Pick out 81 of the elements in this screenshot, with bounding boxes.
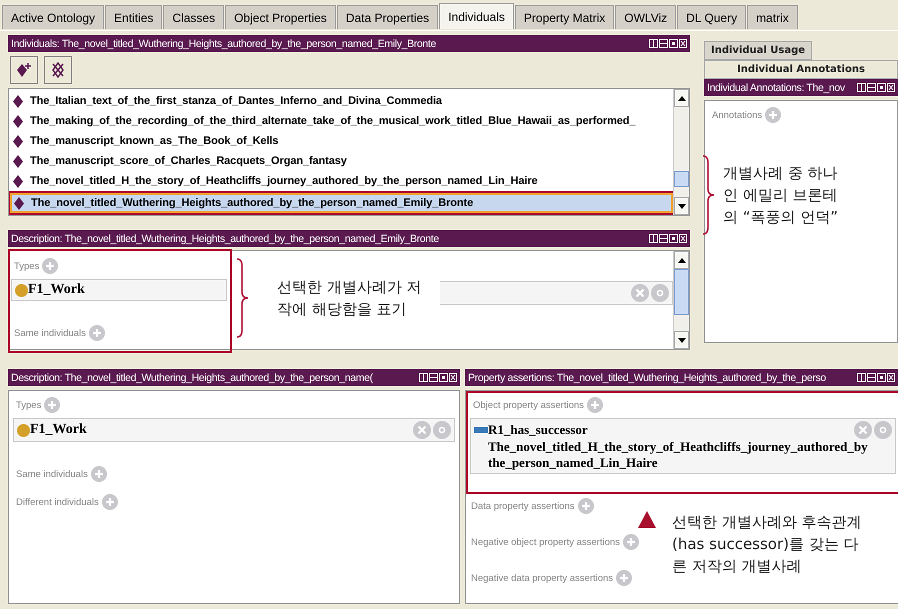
class-dot-icon [17, 424, 30, 436]
tab[interactable]: Individuals [439, 3, 514, 29]
triangle-marker [638, 511, 656, 528]
edit-icon[interactable] [874, 421, 892, 439]
add-icon[interactable] [578, 498, 594, 514]
edit-icon[interactable] [651, 284, 669, 302]
tab[interactable]: Classes [163, 5, 224, 29]
add-icon[interactable] [44, 397, 60, 413]
up-arrow-icon[interactable] [678, 258, 686, 262]
tab[interactable]: Property Matrix [514, 5, 614, 29]
type-row[interactable]: F1_Work [11, 279, 227, 301]
view-controls-icon[interactable] [649, 234, 687, 244]
type-row[interactable]: F1_Work [13, 418, 455, 442]
add-icon[interactable] [622, 534, 639, 550]
scroll-thumb[interactable] [674, 269, 689, 315]
section-label: Types [14, 260, 40, 272]
add-icon[interactable] [586, 397, 603, 413]
panel-title-bar: Description: The_novel_titled_Wuthering_Heights_authored_by_the_person_name( [8, 369, 460, 386]
class-dot-icon [15, 284, 28, 296]
add-icon[interactable] [90, 466, 107, 482]
callout-text: 선택한 개별사례가 저 작에 해당함을 표기 [277, 277, 422, 320]
callout-text: 개별사례 중 하나 인 에밀리 브론테 의 “폭풍의 언덕” [723, 163, 838, 228]
down-arrow-icon[interactable] [678, 338, 686, 342]
diamond-icon [14, 196, 24, 210]
tab[interactable]: Object Properties [225, 5, 336, 29]
add-icon[interactable] [616, 570, 632, 586]
individual-item[interactable]: The_Italian_text_of_the_first_stanza_of_Dantes_Inferno_and_Divina_Commedia [9, 91, 673, 111]
add-icon[interactable] [765, 107, 782, 123]
tab[interactable]: Active Ontology [2, 5, 104, 29]
section-label: Same individuals [16, 468, 88, 480]
diamond-plus-icon [16, 62, 32, 78]
tab[interactable]: Individual Annotations [704, 60, 898, 79]
panel-title-bar: Description: The_novel_titled_Wuthering_Heights_authored_by_the_person_named_Emily_Bronte [8, 230, 690, 247]
add-icon[interactable] [42, 258, 58, 274]
add-individual-button[interactable] [10, 56, 38, 84]
section-label: Negative object property assertions [471, 536, 620, 548]
tab[interactable]: Individual Usage [704, 41, 812, 60]
section-label: Different individuals [16, 496, 99, 508]
view-controls-icon[interactable] [857, 82, 895, 92]
panel-title-bar: Individuals: The_novel_titled_Wuthering_Heights_authored_by_the_person_named_Emily_Bronte [8, 35, 690, 52]
diamond-icon [13, 174, 23, 188]
view-controls-icon[interactable] [419, 372, 457, 382]
property-bar-icon [474, 427, 488, 433]
add-icon[interactable] [88, 325, 105, 341]
tab[interactable]: Data Properties [336, 5, 438, 29]
scrollbar[interactable] [673, 89, 689, 215]
individual-item[interactable]: The_manuscript_score_of_Charles_Racquets_Organ_fantasy [9, 151, 673, 171]
tab[interactable]: Entities [105, 5, 162, 29]
individual-item[interactable]: The_manuscript_known_as_The_Book_of_Kells [9, 131, 673, 151]
diamond-icon [13, 94, 23, 108]
diamond-icon [13, 154, 23, 168]
diamond-icon [13, 134, 23, 148]
individual-item[interactable]: The_novel_titled_Wuthering_Heights_authored_by_the_person_named_Emily_Bronte [10, 193, 673, 213]
delete-icon[interactable] [413, 421, 431, 439]
panel-title-bar: Individual Annotations: The_nov [704, 79, 898, 96]
add-icon[interactable] [102, 494, 118, 510]
scroll-thumb[interactable] [674, 171, 689, 187]
section-label: Annotations [712, 110, 762, 120]
up-arrow-icon[interactable] [678, 96, 686, 100]
view-controls-icon[interactable] [649, 38, 687, 48]
section-label: Types [16, 400, 42, 410]
tab[interactable]: matrix [747, 5, 798, 29]
edit-icon[interactable] [433, 421, 451, 439]
section-label: Negative data property assertions [471, 572, 614, 584]
view-controls-icon[interactable] [857, 372, 895, 382]
delete-icon[interactable] [854, 421, 872, 439]
delete-individual-button[interactable] [44, 56, 72, 84]
tab[interactable]: OWLViz [615, 5, 676, 29]
section-label: Object property assertions [473, 400, 584, 410]
individual-item[interactable]: The_making_of_the_recording_of_the_third_alternate_take_of_the_musical_work_titled_Blue_Hawaii_as_performed_ [9, 111, 673, 131]
section-label: Same individuals [14, 328, 86, 338]
section-label: Data property assertions [471, 500, 574, 512]
panel-title-bar: Property assertions: The_novel_titled_Wuthering_Heights_authored_by_the_perso [465, 369, 898, 386]
individual-item[interactable]: The_novel_titled_H_the_story_of_Heathcliffs_journey_authored_by_the_person_named_Lin_Haire [9, 171, 673, 191]
property-assertion-row[interactable]: R1_has_successor The_novel_titled_H_the_story_of_Heathcliffs_journey_authored_by the_person_named_Lin_Haire [470, 418, 896, 474]
diamond-icon [13, 114, 23, 128]
scrollbar[interactable] [673, 251, 689, 349]
down-arrow-icon[interactable] [678, 204, 686, 208]
delete-icon[interactable] [631, 284, 649, 302]
crossed-diamond-icon [50, 62, 66, 78]
tab[interactable]: DL Query [677, 5, 746, 29]
